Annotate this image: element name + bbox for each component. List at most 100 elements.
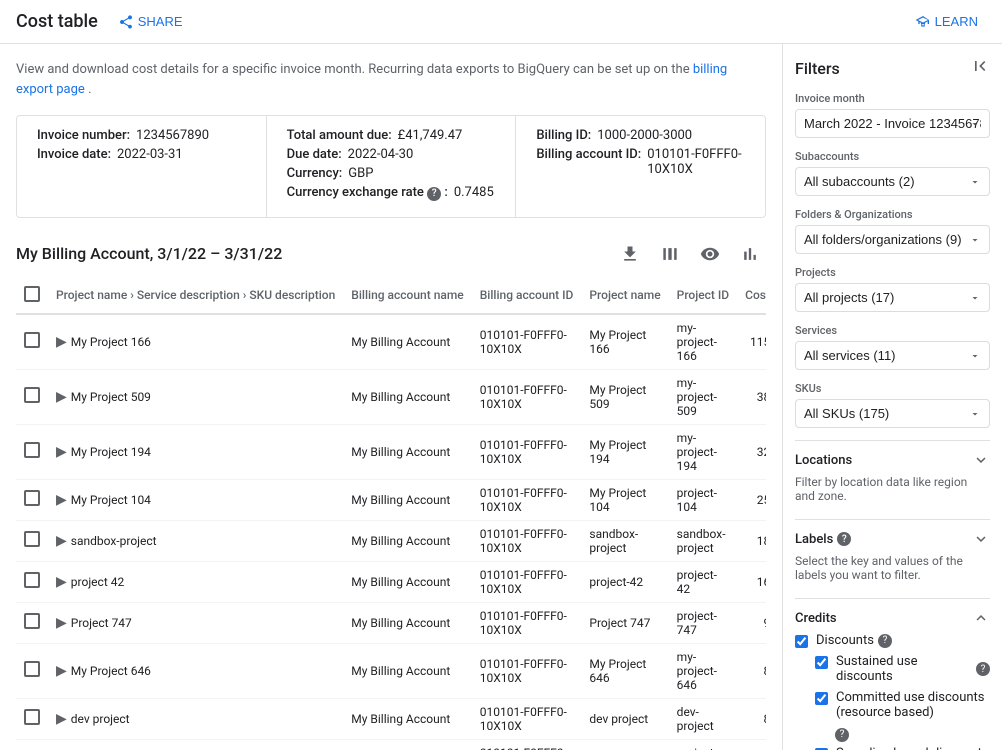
row-project: Project 10	[581, 739, 668, 750]
expand-icon[interactable]: ▶	[56, 574, 67, 590]
projects-select[interactable]: All projects (17)	[795, 283, 990, 312]
collapse-filters-icon[interactable]	[970, 56, 990, 80]
row-project-name: ▶ Project 10	[48, 739, 343, 750]
share-button[interactable]: SHARE	[110, 10, 191, 34]
sustained-help-icon[interactable]: ?	[976, 662, 990, 676]
learn-button[interactable]: LEARN	[907, 10, 986, 34]
expand-icon[interactable]: ▶	[56, 389, 67, 405]
services-label: Services	[795, 324, 990, 337]
spending-label[interactable]: Spending based discounts (contractual)	[836, 746, 990, 750]
row-checkbox[interactable]	[24, 442, 40, 458]
discounts-checkbox[interactable]	[795, 635, 808, 648]
row-checkbox[interactable]	[24, 387, 40, 403]
row-checkbox[interactable]	[24, 661, 40, 677]
expand-icon[interactable]: ▶	[56, 533, 67, 549]
view-button[interactable]	[694, 238, 726, 270]
columns-button[interactable]	[654, 238, 686, 270]
row-cost: 3285.90	[737, 424, 766, 479]
row-project-name: ▶ Project 747	[48, 602, 343, 643]
col-billing-id[interactable]: Billing account ID	[472, 278, 582, 314]
projects-label: Projects	[795, 266, 990, 279]
total-amount-label: Total amount due:	[287, 128, 392, 143]
row-project-id: project-104	[669, 479, 737, 520]
expand-icon[interactable]: ▶	[56, 334, 67, 350]
sustained-checkbox[interactable]	[815, 656, 828, 669]
row-billing-id: 010101-F0FFF0-10X10X	[472, 424, 582, 479]
row-checkbox[interactable]	[24, 332, 40, 348]
table-row: ▶ My Project 194 My Billing Account 0101…	[16, 424, 766, 479]
row-billing-account: My Billing Account	[343, 479, 471, 520]
row-billing-id: 010101-F0FFF0-10X10X	[472, 643, 582, 698]
expand-icon[interactable]: ▶	[56, 663, 67, 679]
currency-value: GBP	[348, 166, 373, 181]
row-project: dev project	[581, 698, 668, 739]
top-bar: Cost table SHARE LEARN	[0, 0, 1002, 44]
billing-id-row: Billing ID: 1000-2000-3000	[536, 128, 745, 143]
currency-label: Currency:	[287, 166, 343, 181]
col-project[interactable]: Project name	[581, 278, 668, 314]
locations-header[interactable]: Locations	[795, 451, 990, 469]
select-all-checkbox[interactable]	[24, 286, 40, 302]
col-billing-account[interactable]: Billing account name	[343, 278, 471, 314]
subaccounts-select[interactable]: All subaccounts (2)	[795, 167, 990, 196]
row-project: Project 747	[581, 602, 668, 643]
due-date-value: 2022-04-30	[348, 147, 414, 162]
row-checkbox[interactable]	[24, 572, 40, 588]
invoice-month-filter: Invoice month March 2022 - Invoice 12345…	[795, 92, 990, 138]
chart-button[interactable]	[734, 238, 766, 270]
expand-icon[interactable]: ▶	[56, 615, 67, 631]
labels-desc: Select the key and values of the labels …	[795, 554, 990, 582]
row-project-name: ▶ sandbox-project	[48, 520, 343, 561]
invoice-section-left: Invoice number: 1234567890 Invoice date:…	[17, 116, 267, 217]
row-cost: 906.06	[737, 602, 766, 643]
row-checkbox[interactable]	[24, 709, 40, 725]
row-checkbox[interactable]	[24, 490, 40, 506]
row-project-name: ▶ My Project 166	[48, 314, 343, 370]
discounts-help-icon[interactable]: ?	[878, 634, 892, 648]
committed-checkbox[interactable]	[815, 692, 828, 705]
row-project-id: dev-project	[669, 698, 737, 739]
row-billing-account: My Billing Account	[343, 520, 471, 561]
row-checkbox[interactable]	[24, 531, 40, 547]
discounts-nested: Sustained use discounts ? Committed use …	[815, 654, 990, 750]
credits-header[interactable]: Credits	[795, 609, 990, 627]
row-billing-id: 010101-F0FFF0-10X10X	[472, 520, 582, 561]
committed-label[interactable]: Committed use discounts (resource based)	[836, 690, 990, 720]
discounts-label[interactable]: Discounts ?	[816, 633, 892, 648]
labels-header[interactable]: Labels ?	[795, 530, 990, 548]
credits-section: Credits Discounts ? Sustained use discou…	[795, 598, 990, 750]
row-project-id: my-project-509	[669, 369, 737, 424]
sustained-item: Sustained use discounts ?	[815, 654, 990, 684]
expand-icon[interactable]: ▶	[56, 711, 67, 727]
total-amount-value: £41,749.47	[398, 128, 463, 143]
invoice-month-select[interactable]: March 2022 - Invoice 1234567890	[795, 109, 990, 138]
committed-help-icon[interactable]: ?	[835, 728, 849, 742]
invoice-number-label: Invoice number:	[37, 128, 130, 143]
row-project: My Project 104	[581, 479, 668, 520]
row-cost: 779.78	[737, 739, 766, 750]
labels-help-icon[interactable]: ?	[837, 532, 851, 546]
invoice-date-label: Invoice date:	[37, 147, 111, 162]
skus-select[interactable]: All SKUs (175)	[795, 399, 990, 428]
col-project-id[interactable]: Project ID	[669, 278, 737, 314]
folders-select[interactable]: All folders/organizations (9)	[795, 225, 990, 254]
col-cost[interactable]: Cost (£) ↓	[737, 278, 766, 314]
exchange-help-icon[interactable]: ?	[427, 187, 441, 201]
filters-panel: Filters Invoice month March 2022 - Invoi…	[782, 44, 1002, 750]
download-button[interactable]	[614, 238, 646, 270]
expand-icon[interactable]: ▶	[56, 492, 67, 508]
table-title: My Billing Account, 3/1/22 – 3/31/22	[16, 244, 282, 263]
services-select[interactable]: All services (11)	[795, 341, 990, 370]
table-header-row: Project name › Service description › SKU…	[16, 278, 766, 314]
learn-label: LEARN	[935, 14, 978, 29]
locations-section: Locations Filter by location data like r…	[795, 440, 990, 519]
expand-icon[interactable]: ▶	[56, 444, 67, 460]
labels-section: Labels ? Select the key and values of th…	[795, 519, 990, 598]
invoice-section-middle: Total amount due: £41,749.47 Due date: 2…	[267, 116, 517, 217]
col-project-name[interactable]: Project name › Service description › SKU…	[48, 278, 343, 314]
sustained-label[interactable]: Sustained use discounts ?	[836, 654, 990, 684]
table-row: ▶ My Project 509 My Billing Account 0101…	[16, 369, 766, 424]
share-icon	[118, 14, 134, 30]
subaccounts-filter: Subaccounts All subaccounts (2)	[795, 150, 990, 196]
row-checkbox[interactable]	[24, 613, 40, 629]
